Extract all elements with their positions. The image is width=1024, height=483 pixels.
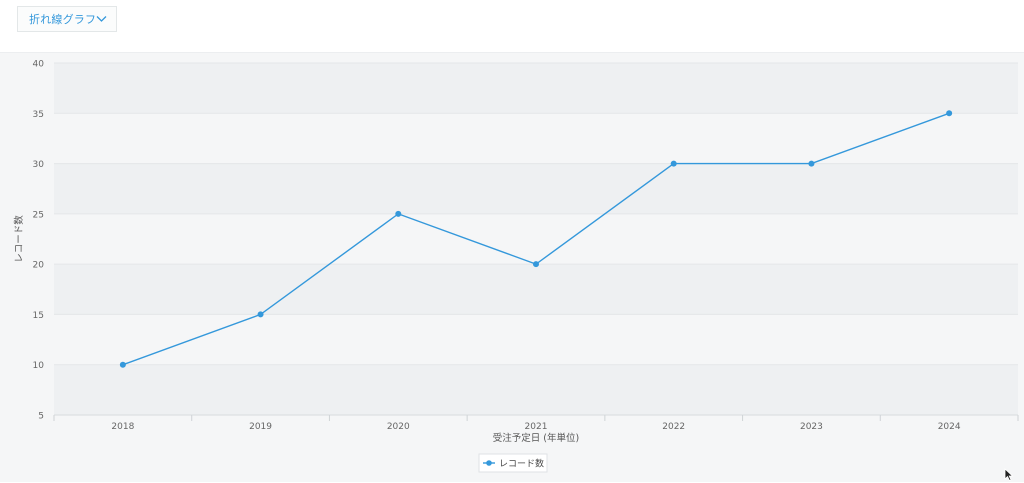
y-tick-label: 25	[33, 210, 44, 220]
data-point	[257, 311, 264, 318]
data-point	[533, 261, 539, 268]
grid-band	[54, 113, 1018, 164]
data-point	[670, 160, 677, 167]
x-tick-label: 2021	[525, 422, 548, 432]
y-tick-label: 5	[38, 412, 44, 422]
grid-band	[54, 314, 1018, 365]
x-tick-label: 2019	[249, 422, 272, 432]
x-tick-label: 2018	[111, 422, 134, 432]
grid-band	[54, 163, 1018, 214]
y-tick-label: 30	[33, 160, 45, 170]
toolbar: 折れ線グラフ	[0, 0, 1024, 52]
chart-type-dropdown[interactable]: 折れ線グラフ	[17, 6, 117, 32]
y-tick-label: 35	[33, 110, 44, 120]
data-point	[119, 361, 126, 368]
y-tick-label: 10	[33, 361, 45, 371]
y-tick-label: 20	[33, 261, 45, 271]
x-axis-title: 受注予定日 (年単位)	[493, 432, 579, 444]
x-tick-label: 2023	[800, 422, 823, 432]
chart-type-label: 折れ線グラフ	[29, 13, 97, 26]
y-tick-label: 40	[33, 60, 45, 70]
data-point	[946, 110, 953, 117]
grid-band	[54, 213, 1018, 265]
chart-panel: 5 10 15 20 25 30 35 40 2018 2019 2020 2021 2022 2023 2…	[0, 52, 1024, 482]
mouse-pointer-icon	[1004, 468, 1014, 481]
legend-label: レコード数	[499, 457, 544, 469]
data-point	[395, 210, 402, 217]
legend-marker	[486, 460, 492, 466]
y-axis-title: レコード数	[13, 215, 25, 263]
x-tick-label: 2022	[662, 422, 685, 432]
chevron-down-icon	[96, 16, 107, 22]
grid-band	[54, 63, 1018, 114]
line-chart: 5 10 15 20 25 30 35 40 2018 2019 2020 2021 2022 2023 2…	[13, 60, 1019, 473]
grid-band	[54, 364, 1018, 415]
grid-band	[54, 264, 1018, 315]
y-tick-label: 15	[33, 311, 44, 321]
x-tick-label: 2024	[938, 422, 961, 432]
data-point	[808, 160, 815, 167]
x-tick-label: 2020	[387, 422, 410, 432]
